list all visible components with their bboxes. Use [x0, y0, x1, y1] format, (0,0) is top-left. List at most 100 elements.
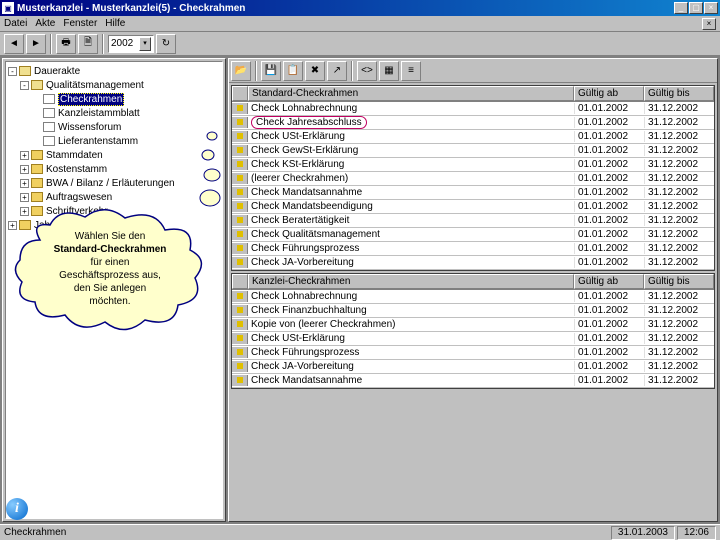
maximize-button[interactable]: ▢ — [689, 2, 703, 14]
row-marker — [232, 159, 248, 170]
nav-back-button[interactable]: ◄ — [4, 34, 24, 54]
export-button[interactable]: ↗ — [327, 61, 347, 81]
row-marker — [232, 333, 248, 344]
grid-header: Kanzlei-CheckrahmenGültig abGültig bis — [232, 274, 714, 290]
table-row[interactable]: Check USt-Erklärung01.01.200231.12.2002 — [232, 130, 714, 144]
expand-toggle[interactable]: + — [20, 165, 29, 174]
row-marker — [232, 215, 248, 226]
row-valid-to: 31.12.2002 — [644, 159, 714, 170]
expand-toggle[interactable]: + — [20, 179, 29, 188]
tree-node[interactable]: -Dauerakte — [8, 64, 220, 78]
row-marker — [232, 375, 248, 386]
row-marker — [232, 117, 248, 128]
table-row[interactable]: Check GewSt-Erklärung01.01.200231.12.200… — [232, 144, 714, 158]
preview-button[interactable]: 🗎 — [78, 34, 98, 54]
column-header[interactable]: Gültig ab — [574, 86, 644, 101]
delete-button[interactable]: ✖ — [305, 61, 325, 81]
row-name: (leerer Checkrahmen) — [248, 173, 574, 184]
menu-akte[interactable]: Akte — [35, 18, 55, 29]
column-header[interactable] — [232, 274, 248, 289]
row-marker — [232, 319, 248, 330]
cloud-line1: Wählen Sie den — [75, 231, 146, 242]
row-valid-from: 01.01.2002 — [574, 103, 644, 114]
table-row[interactable]: Check Lohnabrechnung01.01.200231.12.2002 — [232, 102, 714, 116]
table-row[interactable]: Check Führungsprozess01.01.200231.12.200… — [232, 242, 714, 256]
row-valid-from: 01.01.2002 — [574, 131, 644, 142]
row-valid-from: 01.01.2002 — [574, 257, 644, 268]
column-header[interactable]: Standard-Checkrahmen — [248, 86, 574, 101]
table-row[interactable]: Check Qualitätsmanagement01.01.200231.12… — [232, 228, 714, 242]
folder-icon — [31, 178, 43, 188]
tree-node[interactable]: Kanzleistammblatt — [8, 106, 220, 120]
table-row[interactable]: Kopie von (leerer Checkrahmen)01.01.2002… — [232, 318, 714, 332]
row-valid-to: 31.12.2002 — [644, 117, 714, 128]
info-icon[interactable]: i — [6, 498, 28, 520]
row-marker — [232, 173, 248, 184]
table-row[interactable]: Check Mandatsbeendigung01.01.200231.12.2… — [232, 200, 714, 214]
chevron-down-icon[interactable]: ▾ — [139, 37, 151, 51]
table-row[interactable]: Check USt-Erklärung01.01.200231.12.2002 — [232, 332, 714, 346]
table-row[interactable]: Check Mandatsannahme01.01.200231.12.2002 — [232, 186, 714, 200]
tree-node[interactable]: Lieferantenstamm — [8, 134, 220, 148]
table-row[interactable]: Check KSt-Erklärung01.01.200231.12.2002 — [232, 158, 714, 172]
column-header[interactable]: Gültig bis — [644, 86, 714, 101]
tree-label: Kostenstamm — [46, 164, 107, 175]
row-name: Check Führungsprozess — [248, 347, 574, 358]
row-marker — [232, 145, 248, 156]
table-row[interactable]: Check Beratertätigkeit01.01.200231.12.20… — [232, 214, 714, 228]
column-header[interactable] — [232, 86, 248, 101]
mdi-close-button[interactable]: × — [702, 18, 716, 30]
column-header[interactable]: Gültig bis — [644, 274, 714, 289]
nav-fwd-button[interactable]: ► — [26, 34, 46, 54]
table-row[interactable]: (leerer Checkrahmen)01.01.200231.12.2002 — [232, 172, 714, 186]
table-row[interactable]: Check Mandatsannahme01.01.200231.12.2002 — [232, 374, 714, 388]
expand-toggle[interactable]: + — [20, 151, 29, 160]
row-name: Check Jahresabschluss — [248, 116, 574, 129]
column-header[interactable]: Kanzlei-Checkrahmen — [248, 274, 574, 289]
menu-fenster[interactable]: Fenster — [63, 18, 97, 29]
tree-label: Stammdaten — [46, 150, 103, 161]
expand-toggle[interactable]: - — [8, 67, 17, 76]
kanzlei-checkrahmen-grid[interactable]: Kanzlei-CheckrahmenGültig abGültig bisCh… — [231, 273, 715, 389]
column-header[interactable]: Gültig ab — [574, 274, 644, 289]
standard-checkrahmen-grid[interactable]: Standard-CheckrahmenGültig abGültig bisC… — [231, 85, 715, 271]
row-valid-to: 31.12.2002 — [644, 333, 714, 344]
row-valid-from: 01.01.2002 — [574, 333, 644, 344]
tree-node[interactable]: + Kostenstamm — [8, 162, 220, 176]
row-name: Check Lohnabrechnung — [248, 103, 574, 114]
table-row[interactable]: Check Finanzbuchhaltung01.01.200231.12.2… — [232, 304, 714, 318]
row-valid-to: 31.12.2002 — [644, 229, 714, 240]
row-valid-to: 31.12.2002 — [644, 361, 714, 372]
row-valid-from: 01.01.2002 — [574, 243, 644, 254]
minimize-button[interactable]: _ — [674, 2, 688, 14]
table-row[interactable]: Check JA-Vorbereitung01.01.200231.12.200… — [232, 360, 714, 374]
menu-hilfe[interactable]: Hilfe — [105, 18, 125, 29]
row-marker — [232, 243, 248, 254]
refresh-button[interactable]: ↻ — [156, 34, 176, 54]
table-button[interactable]: ▦ — [379, 61, 399, 81]
row-valid-to: 31.12.2002 — [644, 375, 714, 386]
list-button[interactable]: ≡ — [401, 61, 421, 81]
expand-toggle[interactable]: - — [20, 81, 29, 90]
window-title: Musterkanzlei - Musterkanzlei(5) - Check… — [17, 3, 674, 14]
tree-label: BWA / Bilanz / Erläuterungen — [46, 178, 175, 189]
close-button[interactable]: × — [704, 2, 718, 14]
open-button[interactable]: 📂 — [231, 61, 251, 81]
tree-node[interactable]: + BWA / Bilanz / Erläuterungen — [8, 176, 220, 190]
tree-node[interactable]: Wissensforum — [8, 120, 220, 134]
table-row[interactable]: Check JA-Vorbereitung01.01.200231.12.200… — [232, 256, 714, 270]
tree-node[interactable]: -Qualitätsmanagement — [8, 78, 220, 92]
folder-icon — [31, 164, 43, 174]
tree-node[interactable]: Checkrahmen — [8, 92, 220, 106]
row-name: Check KSt-Erklärung — [248, 159, 574, 170]
table-row[interactable]: Check Führungsprozess01.01.200231.12.200… — [232, 346, 714, 360]
save-button[interactable]: 💾 — [261, 61, 281, 81]
table-row[interactable]: Check Jahresabschluss01.01.200231.12.200… — [232, 116, 714, 130]
print-button[interactable]: 🖶 — [56, 34, 76, 54]
table-row[interactable]: Check Lohnabrechnung01.01.200231.12.2002 — [232, 290, 714, 304]
year-combo[interactable]: 2002 ▾ — [108, 35, 154, 53]
tree-node[interactable]: + Stammdaten — [8, 148, 220, 162]
code-button[interactable]: <> — [357, 61, 377, 81]
copy-button[interactable]: 📋 — [283, 61, 303, 81]
menu-datei[interactable]: Datei — [4, 18, 27, 29]
